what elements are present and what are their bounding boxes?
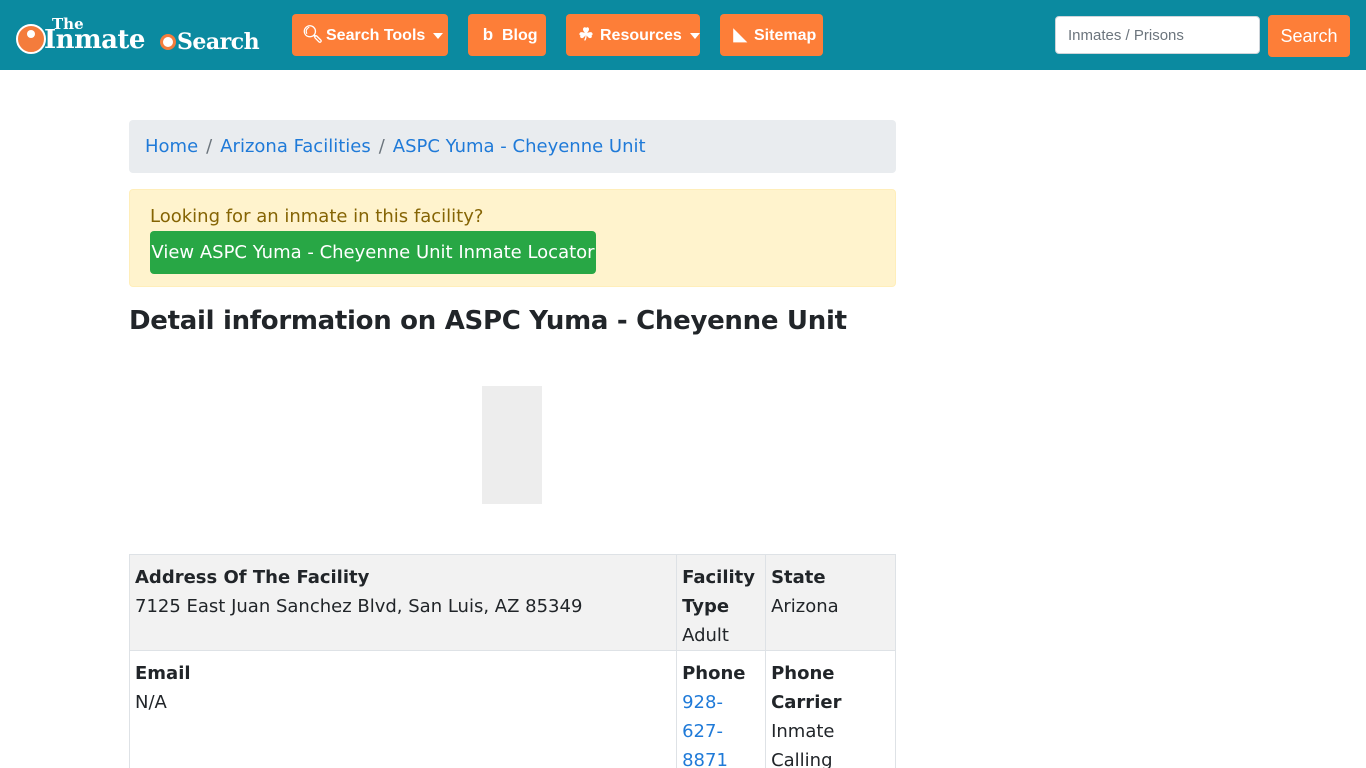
breadcrumb-arizona-facilities[interactable]: Arizona Facilities (220, 136, 370, 157)
breadcrumb: Home / Arizona Facilities / ASPC Yuma - Chey… (129, 120, 896, 173)
image-placeholder (482, 386, 542, 504)
search-input[interactable] (1055, 16, 1260, 54)
phone-cell: Phone 928-627-8871 (676, 650, 767, 768)
table-row: Address Of The Facility 7125 East Juan S… (128, 554, 896, 651)
state-label: State (771, 567, 826, 588)
inmate-lookup-alert: Looking for an inmate in this facility? … (129, 189, 896, 287)
logo-search-text: Search (177, 29, 260, 55)
search-button[interactable]: Search (1268, 15, 1350, 57)
email-cell: Email N/A (128, 650, 678, 768)
search-tools-dropdown[interactable]: 🔍︎ Search Tools (292, 14, 448, 56)
blog-icon: b (482, 25, 494, 44)
blog-button[interactable]: b Blog (468, 14, 546, 56)
breadcrumb-current-facility[interactable]: ASPC Yuma - Cheyenne Unit (393, 136, 646, 157)
email-value: N/A (135, 692, 167, 713)
table-row: Email N/A Phone 928-627-8871 Phone Carri… (128, 650, 896, 768)
search-tools-icon: 🔍︎ (302, 25, 324, 44)
phone-carrier-value: Inmate Calling (771, 721, 835, 768)
caret-down-icon (433, 32, 444, 39)
top-navbar: The Inmate Search 🔍︎ Search Tools b Blog ☘… (0, 0, 1366, 70)
inmate-locator-button[interactable]: View ASPC Yuma - Cheyenne Unit Inmate Lo… (150, 231, 596, 274)
address-cell: Address Of The Facility 7125 East Juan S… (128, 554, 678, 651)
address-label: Address Of The Facility (135, 567, 370, 588)
phone-label: Phone (682, 663, 746, 684)
state-cell: State Arizona (765, 554, 896, 651)
sitemap-button[interactable]: ◣ Sitemap (720, 14, 823, 56)
resources-label: Resources (600, 27, 682, 44)
rss-icon: ◣ (733, 25, 747, 44)
leaf-icon: ☘ (578, 25, 594, 44)
caret-down-icon (689, 32, 700, 39)
state-value: Arizona (771, 596, 839, 617)
blog-label: Blog (502, 27, 538, 44)
page-title: Detail information on ASPC Yuma - Cheyen… (129, 306, 847, 336)
facility-type-label: Facility Type (682, 567, 755, 617)
address-value: 7125 East Juan Sanchez Blvd, San Luis, A… (135, 596, 583, 617)
carrier-cell: Phone Carrier Inmate Calling (765, 650, 896, 768)
search-tools-label: Search Tools (326, 27, 426, 44)
alert-message: Looking for an inmate in this facility? (150, 206, 484, 227)
magnifier-icon (160, 34, 176, 50)
breadcrumb-home[interactable]: Home (145, 136, 198, 157)
sitemap-label: Sitemap (754, 27, 817, 44)
facility-type-cell: Facility Type Adult (676, 554, 767, 651)
logo-inmate-text: Inmate (44, 25, 145, 55)
facility-type-value: Adult (682, 625, 729, 646)
phone-carrier-label: Phone Carrier (771, 663, 842, 713)
resources-dropdown[interactable]: ☘ Resources (566, 14, 700, 56)
facility-details-table: Address Of The Facility 7125 East Juan S… (128, 554, 896, 768)
phone-link[interactable]: 928-627-8871 (682, 688, 760, 768)
email-label: Email (135, 663, 191, 684)
breadcrumb-separator: / (378, 136, 385, 157)
site-logo[interactable]: The Inmate Search (14, 14, 269, 58)
breadcrumb-separator: / (206, 136, 213, 157)
inmate-person-icon (16, 24, 46, 54)
